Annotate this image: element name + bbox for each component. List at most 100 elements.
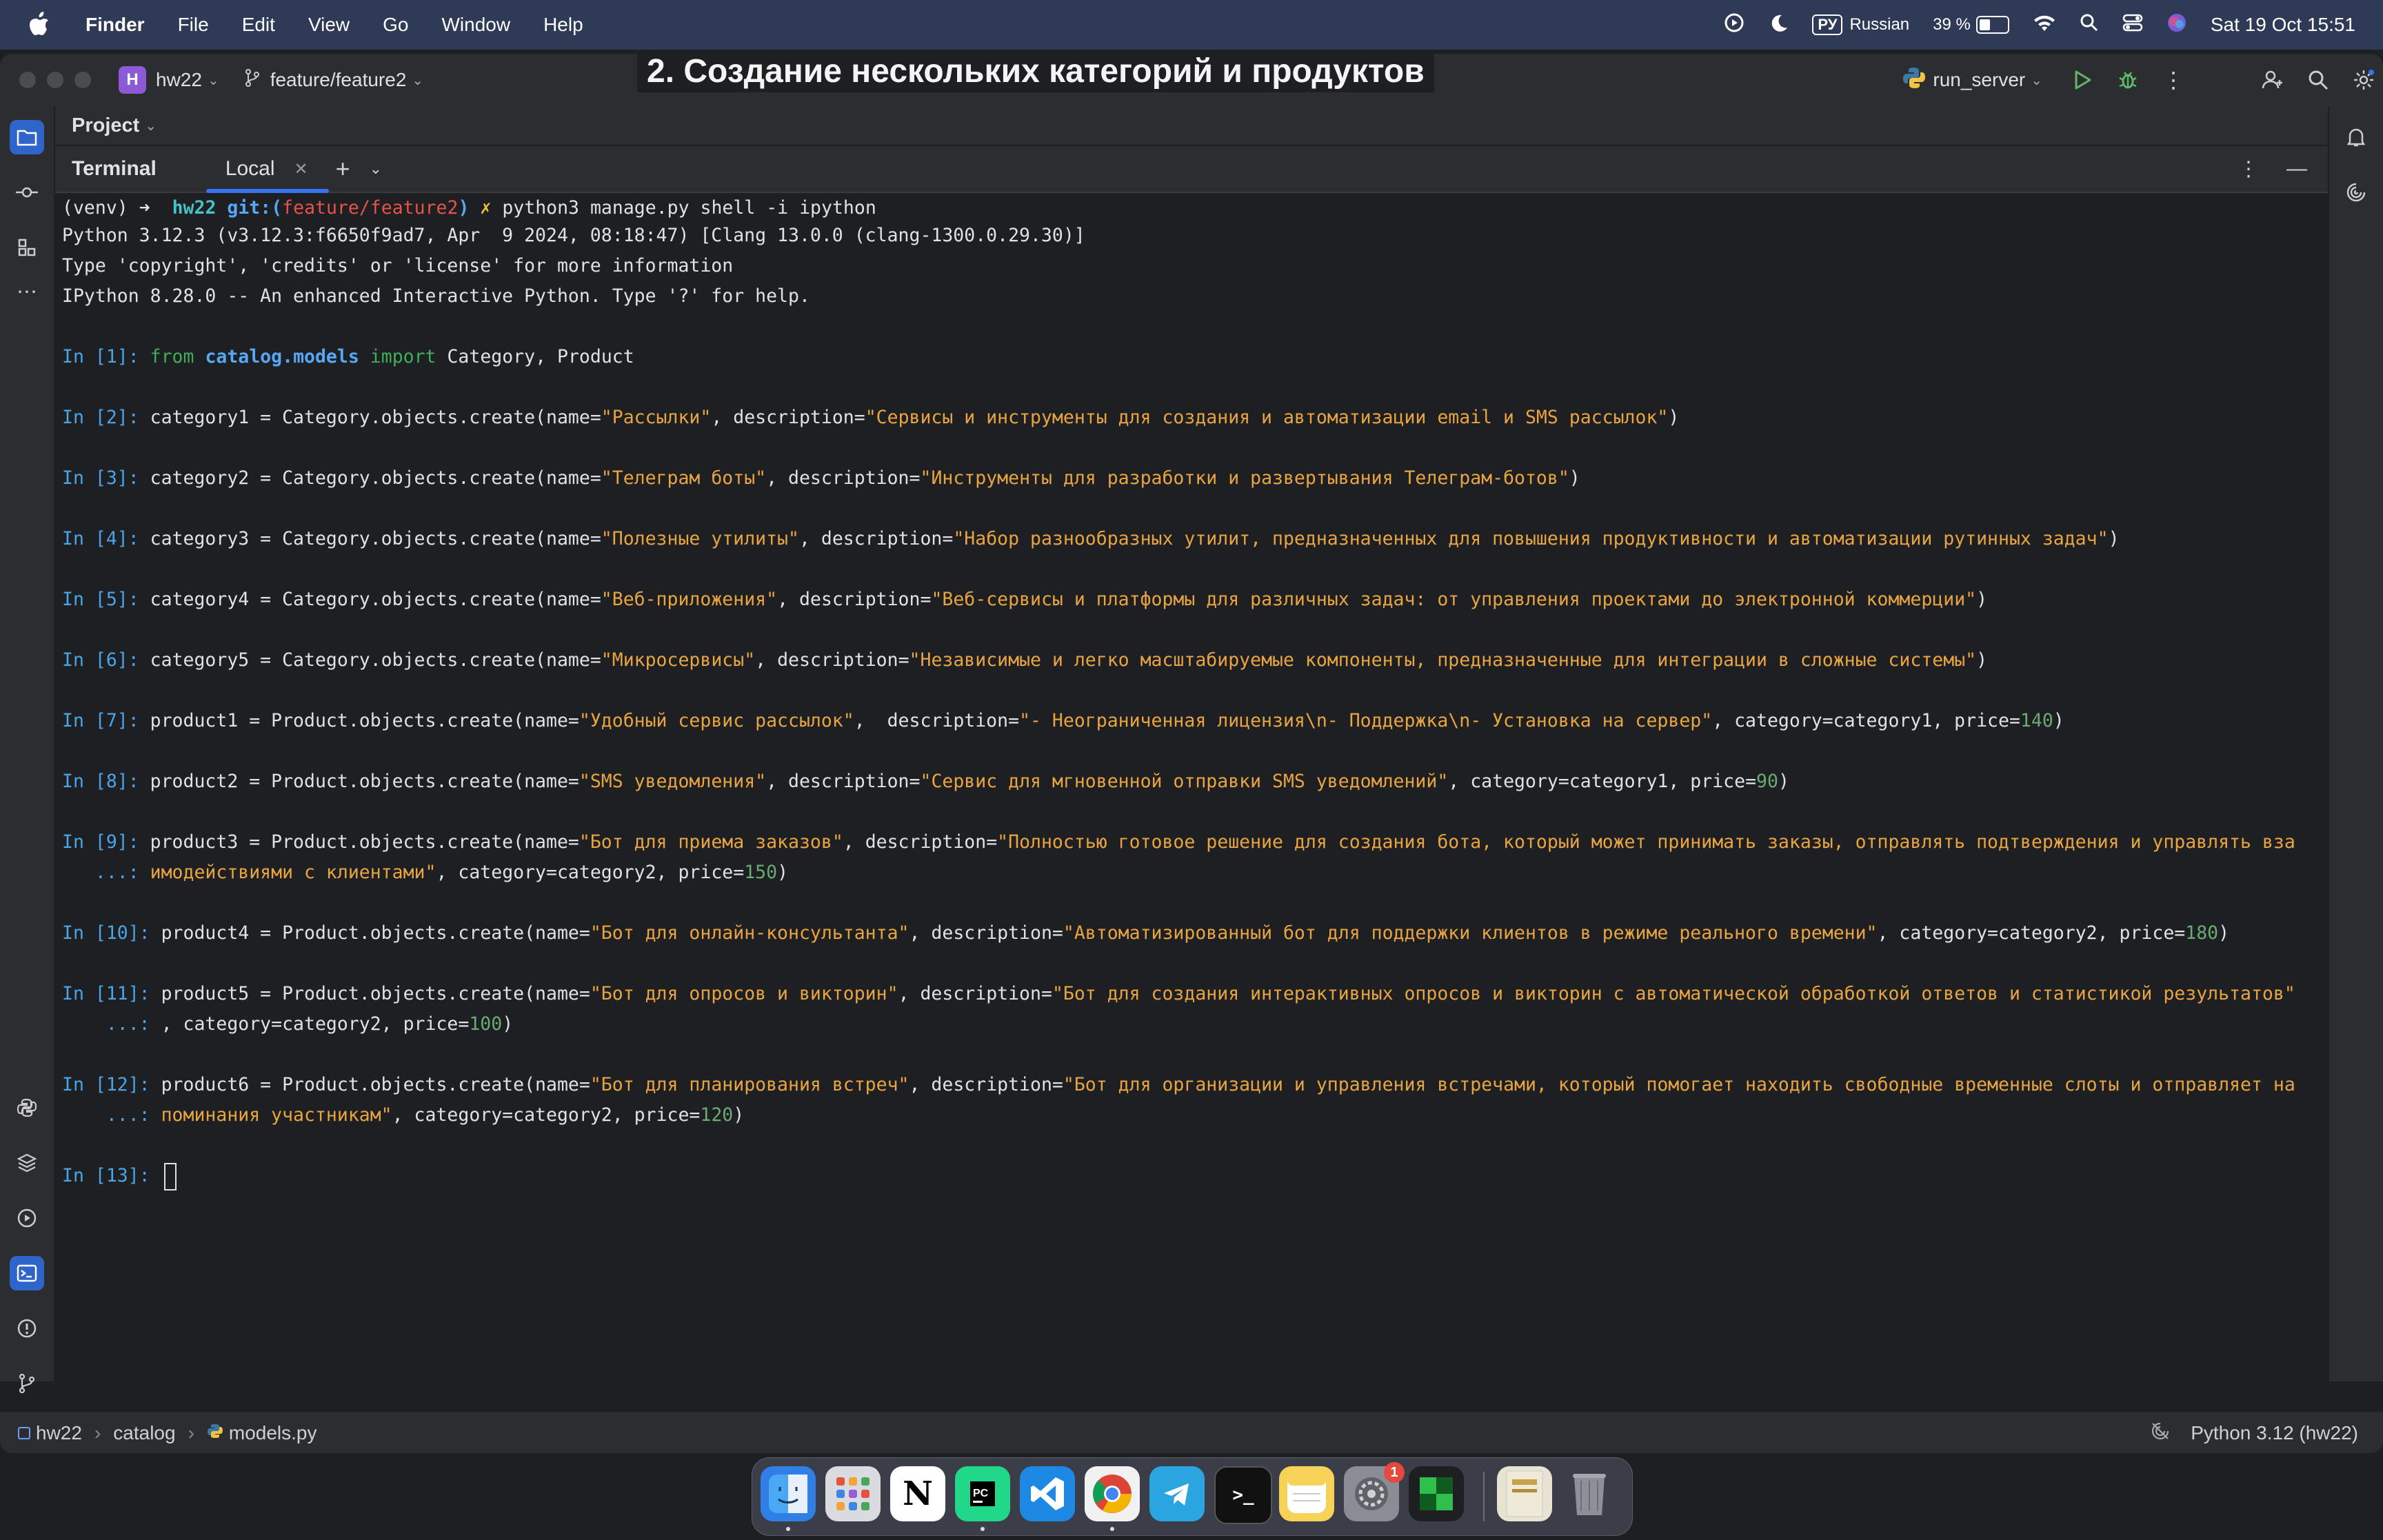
python-console-icon[interactable]	[10, 1091, 44, 1125]
dock-green-app[interactable]	[1409, 1466, 1464, 1521]
string-literal: "Полностью готовое решение для создания …	[997, 831, 2295, 853]
terminal-icon[interactable]	[10, 1256, 44, 1290]
dock-vscode[interactable]	[1020, 1466, 1075, 1521]
menu-help[interactable]: Help	[543, 14, 583, 36]
focus-moon-icon[interactable]	[1768, 12, 1789, 38]
ai-assistant-icon[interactable]	[2339, 175, 2373, 210]
macos-dock: N PC >_ 1	[752, 1457, 1633, 1536]
dock-launchpad[interactable]	[825, 1466, 881, 1521]
project-name[interactable]: hw22	[156, 69, 202, 91]
code: , description=	[854, 710, 1020, 731]
close-tab-icon[interactable]: ✕	[294, 159, 308, 179]
menu-app-name[interactable]: Finder	[86, 14, 145, 36]
dock-notion[interactable]: N	[890, 1466, 945, 1521]
tab-local-label: Local	[225, 157, 275, 180]
menu-file[interactable]: File	[178, 14, 209, 36]
python-interpreter[interactable]: Python 3.12 (hw22)	[2191, 1422, 2358, 1444]
code: , category=category2, price=	[161, 1013, 470, 1035]
dock-telegram[interactable]	[1149, 1466, 1205, 1521]
number-literal: 120	[700, 1104, 734, 1126]
search-icon[interactable]	[2303, 65, 2333, 95]
layers-icon[interactable]	[10, 1146, 44, 1180]
menu-edit[interactable]: Edit	[242, 14, 275, 36]
dock-pycharm[interactable]: PC	[955, 1466, 1010, 1521]
menu-window[interactable]: Window	[441, 14, 510, 36]
string-literal: "Инструменты для разработки и развертыва…	[920, 467, 1569, 489]
notifications-bell-icon[interactable]	[2339, 120, 2373, 154]
close-window-button[interactable]	[19, 72, 36, 88]
run-icon[interactable]	[2067, 65, 2098, 95]
git-icon[interactable]	[10, 1366, 44, 1401]
menu-clock[interactable]: Sat 19 Oct 15:51	[2211, 14, 2355, 36]
chevron-down-icon[interactable]: ⌄	[145, 117, 157, 134]
python-icon	[1902, 66, 1926, 94]
menu-view[interactable]: View	[308, 14, 350, 36]
code: , category=category2, price=	[436, 862, 745, 883]
siri-icon[interactable]	[2166, 12, 2187, 38]
structure-icon[interactable]	[10, 230, 44, 265]
chevron-down-icon[interactable]: ⌄	[412, 72, 423, 89]
project-folder-icon[interactable]	[10, 120, 44, 154]
dock-trash[interactable]	[1562, 1466, 1617, 1521]
string-literal: имодействиями с клиентами"	[150, 862, 436, 883]
dock-chrome[interactable]	[1085, 1466, 1140, 1521]
add-user-icon[interactable]	[2258, 65, 2288, 95]
run-config-selector[interactable]: run_server	[1933, 69, 2025, 91]
code: category4 = Category.objects.create(name…	[150, 589, 601, 610]
active-input-cell[interactable]: In [13]:	[62, 1161, 177, 1191]
wifi-icon[interactable]	[2033, 13, 2056, 37]
dock-finder[interactable]	[761, 1466, 816, 1521]
problems-icon[interactable]	[10, 1311, 44, 1346]
string-literal: "Полезные утилиты"	[601, 528, 799, 549]
code: product3 = Product.objects.create(name=	[150, 831, 579, 853]
menu-go[interactable]: Go	[383, 14, 408, 36]
tab-local[interactable]: Local ✕	[205, 146, 329, 193]
battery-fill	[1979, 19, 1990, 30]
commit-icon[interactable]	[10, 175, 44, 210]
dock-notes[interactable]	[1279, 1466, 1334, 1521]
new-tab-plus-icon[interactable]: +	[336, 154, 350, 183]
more-vertical-icon[interactable]: ⋮	[2158, 65, 2189, 95]
terminal-output[interactable]: (venv) ➜ hw22 git:(feature/feature2) ✗ p…	[55, 193, 2328, 1381]
minimize-window-button[interactable]	[47, 72, 63, 88]
hide-panel-icon[interactable]: —	[2286, 157, 2307, 181]
dock-terminal[interactable]: >_	[1214, 1466, 1272, 1524]
debug-icon[interactable]	[2113, 65, 2143, 95]
git-suffix: )	[458, 197, 470, 219]
breadcrumb-folder[interactable]: catalog	[113, 1422, 175, 1444]
input-cell: In [3]: category2 = Category.objects.cre…	[62, 463, 1580, 494]
string-literal: "Сервис для мгновенной отправки SMS увед…	[920, 771, 1449, 792]
battery-status[interactable]: 39 %	[1933, 15, 2009, 34]
no-ai-icon[interactable]	[2151, 1421, 2170, 1446]
code: )	[1569, 467, 1580, 489]
more-horizontal-icon[interactable]: ⋯	[10, 274, 44, 309]
breadcrumb-project[interactable]: hw22	[36, 1422, 82, 1444]
zoom-window-button[interactable]	[74, 72, 91, 88]
code: , description=	[798, 528, 954, 549]
project-badge[interactable]: H	[119, 66, 146, 94]
breadcrumb-file[interactable]: models.py	[229, 1422, 317, 1444]
apple-menu-icon[interactable]	[28, 11, 52, 39]
code: product6 = Product.objects.create(name=	[161, 1074, 590, 1095]
string-literal: "Бот для планирования встреч"	[590, 1074, 909, 1095]
dock-book[interactable]	[1497, 1466, 1552, 1521]
branch-icon[interactable]	[244, 68, 261, 92]
tab-dropdown-chevron-icon[interactable]: ⌄	[370, 160, 382, 178]
project-panel-label[interactable]: Project	[72, 114, 139, 137]
chevron-down-icon[interactable]: ⌄	[2031, 72, 2042, 89]
services-icon[interactable]	[10, 1201, 44, 1235]
control-center-icon[interactable]	[2122, 13, 2143, 37]
cell-prompt: In [12]:	[62, 1074, 161, 1095]
chevron-down-icon[interactable]: ⌄	[208, 72, 219, 89]
keyboard-layout[interactable]: РУ Russian	[1812, 14, 1909, 35]
screen-record-icon[interactable]	[1724, 12, 1744, 38]
input-cell: In [6]: category5 = Category.objects.cre…	[62, 645, 1987, 676]
project-panel-header: Project ⌄	[55, 106, 2328, 145]
dock-system-settings[interactable]: 1	[1344, 1462, 1405, 1521]
cell-prompt: In [8]:	[62, 771, 150, 792]
string-literal: "Бот для создания интерактивных опросов …	[1052, 983, 2295, 1004]
settings-gear-icon[interactable]	[2349, 65, 2379, 95]
branch-name[interactable]: feature/feature2	[270, 69, 407, 91]
terminal-options-icon[interactable]: ⋮	[2238, 157, 2259, 181]
spotlight-search-icon[interactable]	[2080, 13, 2099, 37]
